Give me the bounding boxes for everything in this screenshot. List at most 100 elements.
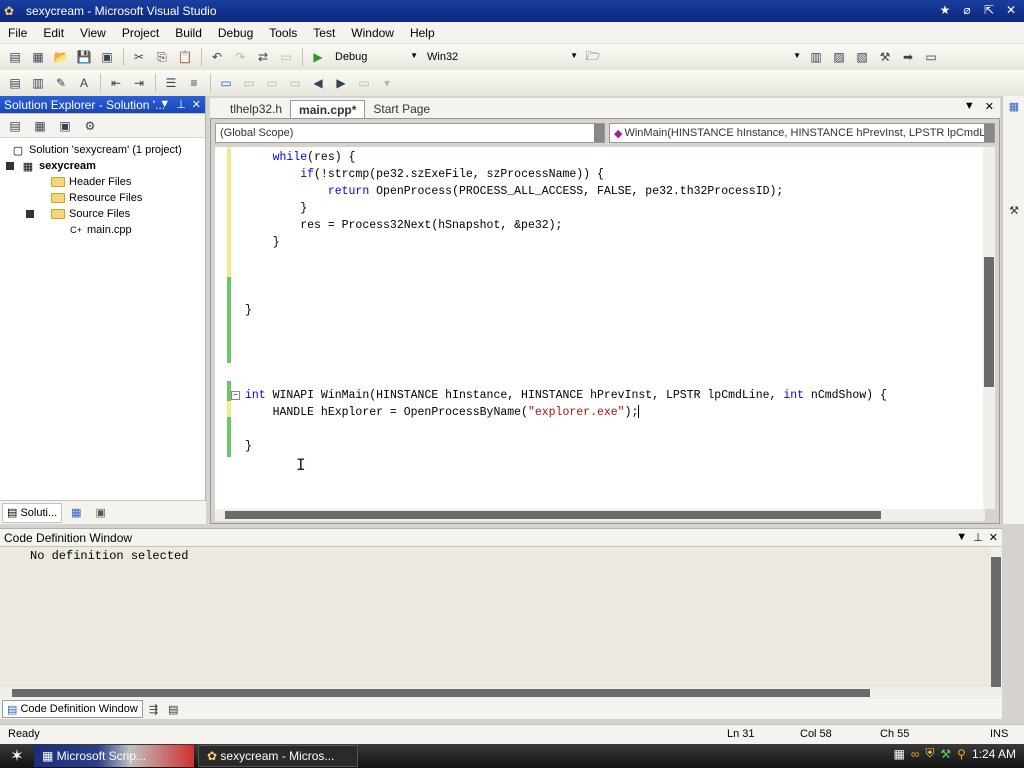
- clear-bookmarks-icon[interactable]: ▭: [353, 73, 375, 93]
- close-icon[interactable]: ✕: [989, 531, 998, 544]
- solution-configuration-select[interactable]: Debug ▼: [330, 47, 422, 67]
- start-debugging-icon[interactable]: ▶: [307, 47, 329, 67]
- previous-bookmark-folder-icon[interactable]: ▭: [284, 73, 306, 93]
- menu-help[interactable]: Help: [402, 22, 443, 44]
- class-diagram-icon[interactable]: ⚙: [79, 116, 101, 136]
- code-definition-content[interactable]: No definition selected: [0, 547, 990, 687]
- code-definition-vertical-scrollbar[interactable]: [990, 547, 1002, 687]
- properties-icon[interactable]: ▨: [828, 47, 850, 67]
- tab-start-page[interactable]: Start Page: [365, 100, 438, 118]
- open-file-icon[interactable]: 📂: [50, 47, 72, 67]
- start-page-icon[interactable]: ➡: [897, 47, 919, 67]
- minimize-icon[interactable]: ⇱: [980, 2, 998, 18]
- scrollbar-thumb[interactable]: [12, 689, 870, 697]
- taskbar-button-visual-studio[interactable]: ✿ sexycream - Micros...: [198, 745, 358, 767]
- complete-word-icon[interactable]: A: [73, 73, 95, 93]
- command-window-icon[interactable]: ▭: [920, 47, 942, 67]
- tab-call-browser[interactable]: ⇶: [145, 700, 162, 718]
- menu-build[interactable]: Build: [167, 22, 210, 44]
- tab-output[interactable]: ▤: [164, 700, 182, 718]
- pin-icon[interactable]: ⊥: [973, 531, 983, 544]
- navigate-icon[interactable]: ⇄: [252, 47, 274, 67]
- find-select[interactable]: ▼: [605, 47, 805, 67]
- properties-icon[interactable]: ▤: [4, 116, 26, 136]
- decrease-indent-icon[interactable]: ⇤: [105, 73, 127, 93]
- refresh-icon[interactable]: ▣: [54, 116, 76, 136]
- scrollbar-thumb[interactable]: [991, 557, 1001, 687]
- menu-project[interactable]: Project: [114, 22, 167, 44]
- pin-icon[interactable]: ⊥: [176, 98, 186, 111]
- quick-info-icon[interactable]: ✎: [50, 73, 72, 93]
- shield-icon[interactable]: ⛨: [925, 746, 934, 761]
- tab-property-manager[interactable]: ▣: [91, 503, 111, 523]
- code-text-area[interactable]: while(res) { if(!strcmp(pe32.szExeFile, …: [215, 147, 985, 509]
- close-icon[interactable]: ✕: [1002, 2, 1020, 18]
- toggle-bookmark-icon[interactable]: ▭: [215, 73, 237, 93]
- previous-bookmark-document-icon[interactable]: ◀: [307, 73, 329, 93]
- increase-indent-icon[interactable]: ⇥: [128, 73, 150, 93]
- start-star-icon[interactable]: ✶: [0, 744, 34, 768]
- taskbar-button-script[interactable]: ▦ Microsoft Scrip...: [34, 745, 194, 767]
- tree-item-header-files[interactable]: Header Files: [0, 174, 205, 190]
- tree-item-source-files[interactable]: Source Files: [0, 206, 205, 222]
- clock[interactable]: 1:24 AM: [972, 747, 1016, 761]
- tree-item-project[interactable]: ▦ sexycream: [0, 158, 205, 174]
- display-object-member-list-icon[interactable]: ▤: [4, 73, 26, 93]
- parameter-info-icon[interactable]: ▥: [27, 73, 49, 93]
- menu-view[interactable]: View: [72, 22, 114, 44]
- toolbar-options-icon[interactable]: ▾: [376, 73, 398, 93]
- solution-platform-select[interactable]: Win32 ▼: [422, 47, 582, 67]
- scope-select[interactable]: (Global Scope): [215, 123, 605, 143]
- tab-code-definition-window[interactable]: ▤ Code Definition Window: [2, 700, 143, 718]
- chevron-down-icon[interactable]: ▼: [956, 531, 967, 544]
- tab-solution-explorer[interactable]: ▤ Soluti...: [2, 502, 63, 523]
- active-files-dropdown-icon[interactable]: ▼: [964, 100, 975, 113]
- paste-icon[interactable]: 📋: [174, 47, 196, 67]
- save-icon[interactable]: 💾: [73, 47, 95, 67]
- network-icon[interactable]: ∞: [911, 747, 920, 761]
- save-all-icon[interactable]: ▣: [96, 47, 118, 67]
- next-bookmark-icon[interactable]: ▭: [261, 73, 283, 93]
- menu-test[interactable]: Test: [305, 22, 343, 44]
- pin-icon[interactable]: ★: [936, 2, 954, 18]
- tab-main-cpp[interactable]: main.cpp*: [290, 100, 366, 118]
- menu-edit[interactable]: Edit: [35, 22, 72, 44]
- collapse-icon[interactable]: −: [231, 391, 240, 400]
- previous-bookmark-icon[interactable]: ▭: [238, 73, 260, 93]
- next-bookmark-document-icon[interactable]: ▶: [330, 73, 352, 93]
- comment-out-icon[interactable]: ☰: [160, 73, 182, 93]
- tree-item-resource-files[interactable]: Resource Files: [0, 190, 205, 206]
- collapse-icon[interactable]: [6, 162, 14, 170]
- navigate-forward-icon[interactable]: ▭: [275, 47, 297, 67]
- menu-window[interactable]: Window: [343, 22, 402, 44]
- toolbox-icon[interactable]: ⚒: [874, 47, 896, 67]
- redo-icon[interactable]: ↷: [229, 47, 251, 67]
- find-in-files-icon[interactable]: 🗁: [582, 47, 604, 67]
- scrollbar-thumb[interactable]: [225, 511, 881, 519]
- object-browser-icon[interactable]: ▧: [851, 47, 873, 67]
- cut-icon[interactable]: ✂: [128, 47, 150, 67]
- tools-icon[interactable]: ⚒: [940, 747, 951, 761]
- edit-icon[interactable]: ⌀: [958, 2, 976, 18]
- new-project-icon[interactable]: ▤: [4, 47, 26, 67]
- tree-item-main-cpp[interactable]: C+ main.cpp: [0, 222, 205, 238]
- menu-file[interactable]: File: [0, 22, 35, 44]
- editor-vertical-scrollbar[interactable]: [983, 147, 995, 509]
- undo-icon[interactable]: ↶: [206, 47, 228, 67]
- solution-explorer-icon[interactable]: ▥: [805, 47, 827, 67]
- member-select[interactable]: ◆ WinMain(HINSTANCE hInstance, HINSTANCE…: [609, 123, 995, 143]
- toolbox-icon[interactable]: ⚒: [1006, 204, 1022, 220]
- keyboard-icon[interactable]: ▦: [893, 747, 904, 761]
- chevron-down-icon[interactable]: ▼: [159, 98, 170, 111]
- menu-debug[interactable]: Debug: [210, 22, 261, 44]
- editor-horizontal-scrollbar[interactable]: [215, 509, 985, 521]
- collapse-icon[interactable]: [26, 210, 34, 218]
- add-item-icon[interactable]: ▦: [27, 47, 49, 67]
- tab-class-view[interactable]: ▦: [66, 503, 86, 523]
- tab-tlhelp32-h[interactable]: tlhelp32.h: [222, 100, 290, 118]
- copy-icon[interactable]: ⎘: [151, 47, 173, 67]
- close-icon[interactable]: ✕: [192, 98, 201, 111]
- code-definition-horizontal-scrollbar[interactable]: [0, 687, 1002, 699]
- search-icon[interactable]: ⚲: [957, 747, 966, 761]
- uncomment-icon[interactable]: ≡: [183, 73, 205, 93]
